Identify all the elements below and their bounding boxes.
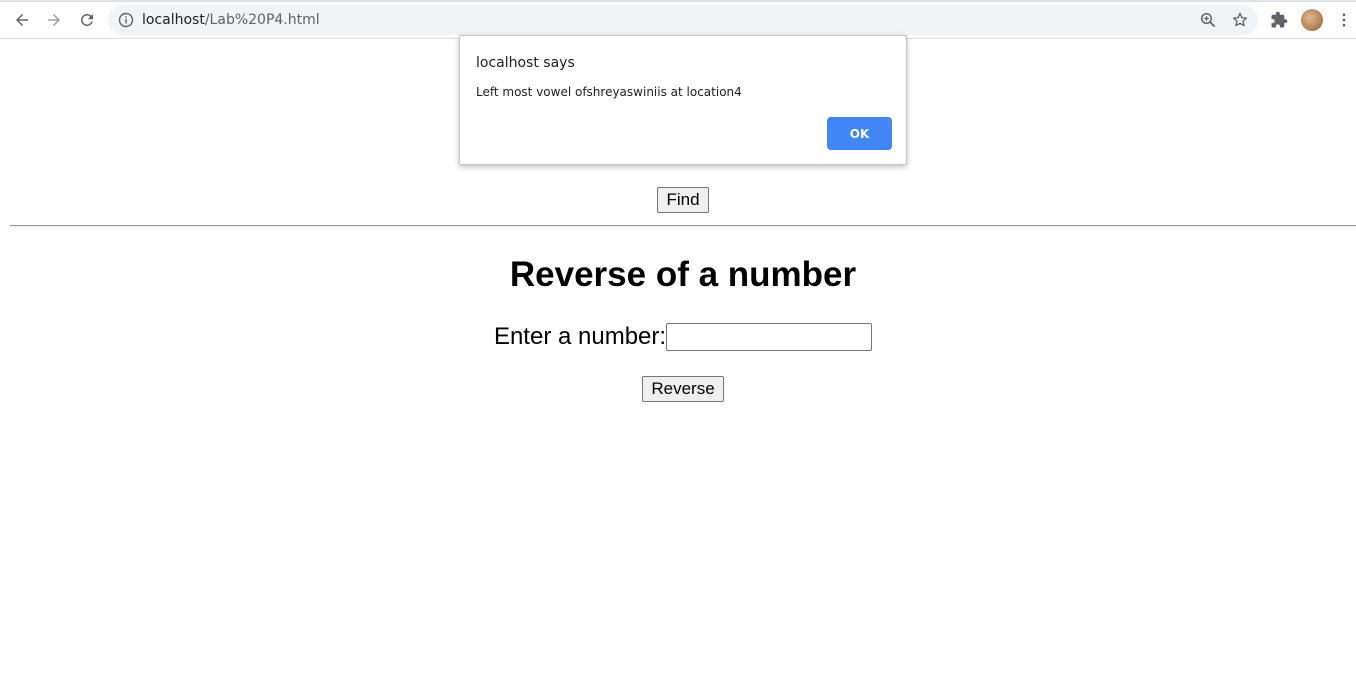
browser-toolbar: localhost/Lab%20P4.html — [0, 0, 1356, 39]
reverse-button[interactable]: Reverse — [642, 376, 724, 402]
find-button[interactable]: Find — [657, 187, 709, 213]
address-bar[interactable]: localhost/Lab%20P4.html — [108, 5, 1258, 35]
number-form-row: Enter a number: — [0, 323, 1356, 353]
alert-message: Left most vowel ofshreyaswiniis at locat… — [476, 85, 742, 99]
profile-avatar[interactable] — [1301, 9, 1323, 31]
star-icon[interactable] — [1232, 12, 1248, 28]
info-icon[interactable] — [118, 12, 134, 28]
zoom-icon[interactable] — [1200, 12, 1216, 28]
number-input[interactable] — [666, 323, 873, 351]
extensions-icon[interactable] — [1267, 8, 1291, 32]
page-heading: Reverse of a number — [509, 255, 857, 294]
url-host: localhost — [142, 12, 205, 28]
ok-button[interactable]: OK — [827, 117, 892, 150]
alert-dialog: localhost says Left most vowel ofshreyas… — [459, 35, 907, 165]
menu-dots-icon[interactable] — [1332, 8, 1356, 32]
alert-title: localhost says — [476, 55, 575, 71]
reload-icon[interactable] — [75, 8, 99, 32]
horizontal-rule — [10, 225, 1356, 227]
url-path: /Lab%20P4.html — [204, 12, 320, 28]
back-arrow-icon[interactable] — [10, 8, 34, 32]
tab-strip-edge — [0, 0, 1356, 2]
number-label: Enter a number: — [493, 323, 667, 350]
url-text: localhost/Lab%20P4.html — [142, 12, 320, 28]
forward-arrow-icon[interactable] — [42, 8, 66, 32]
